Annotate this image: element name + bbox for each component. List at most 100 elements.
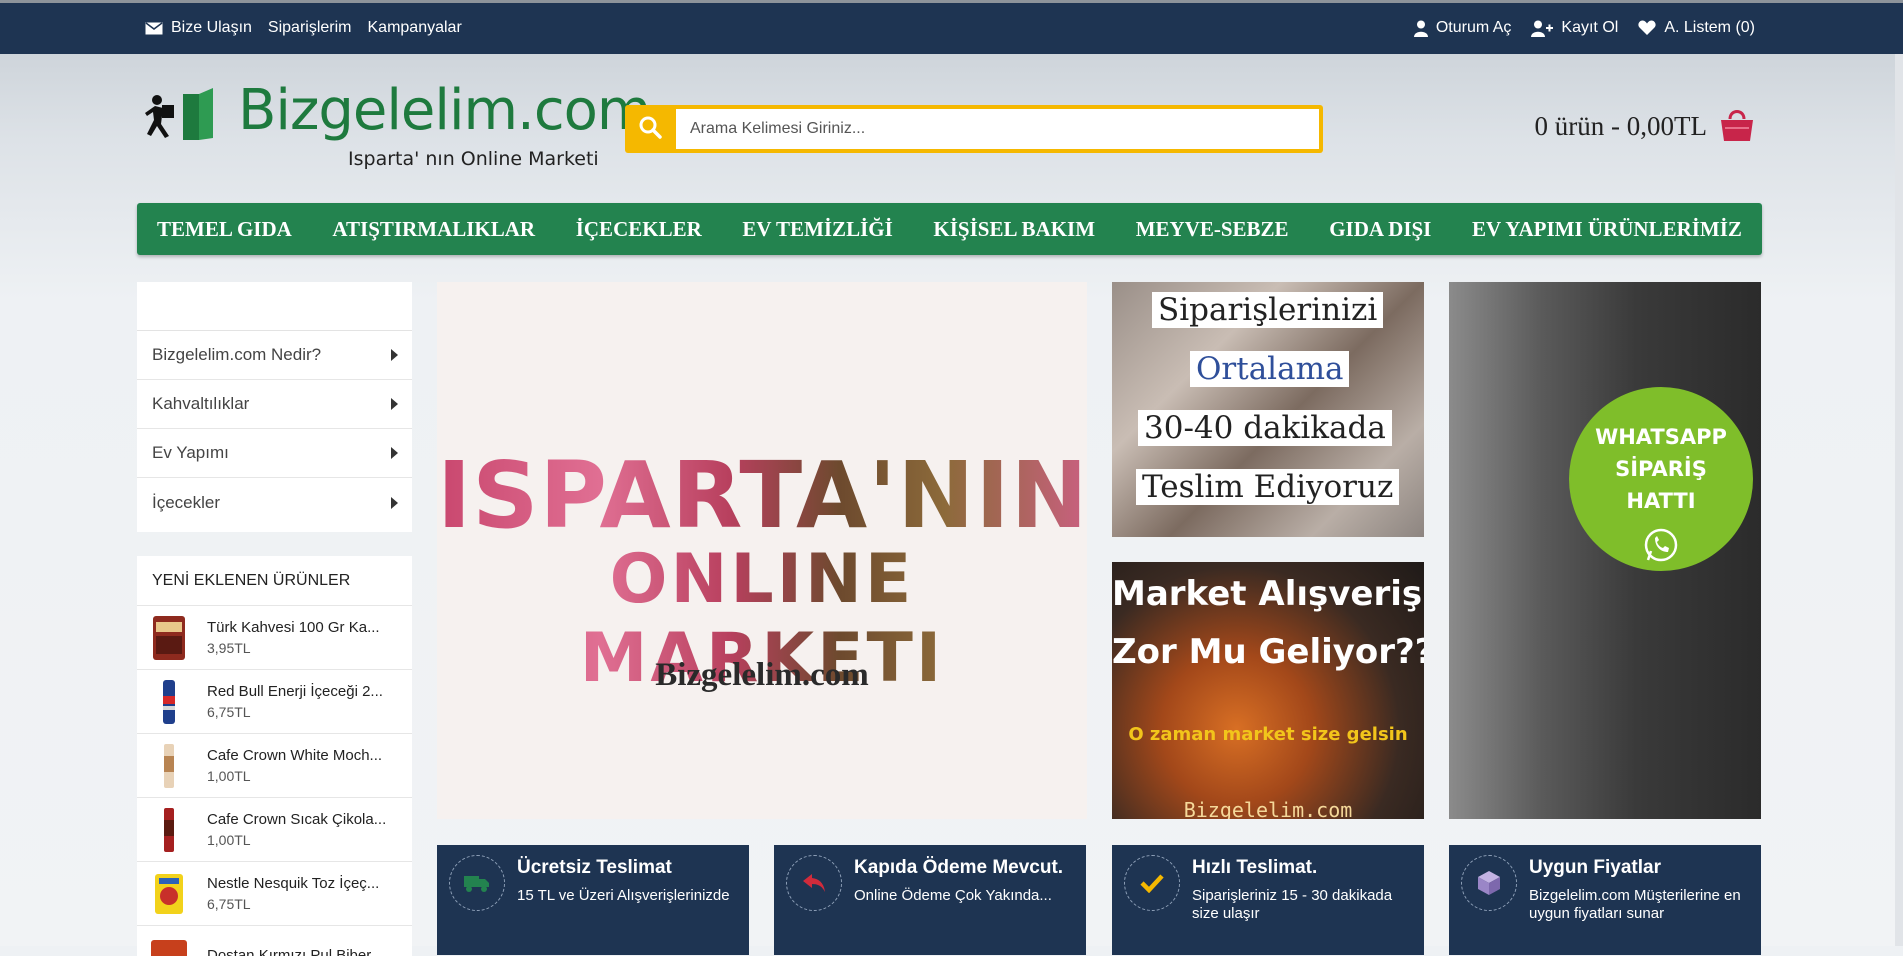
product-name: Türk Kahvesi 100 Gr Ka...	[207, 619, 380, 636]
orders-link-label: Siparişlerim	[268, 19, 352, 37]
product-name: Nestle Nesquik Toz İçeç...	[207, 875, 379, 892]
search-button[interactable]	[625, 105, 675, 153]
product-name: Dostan Kırmızı Pul Biber...	[207, 947, 383, 956]
wishlist-link[interactable]: A. Listem (0)	[1638, 19, 1755, 37]
orders-link[interactable]: Siparişlerim	[268, 19, 352, 37]
hero-title-line1: ISPARTA'NIN	[437, 442, 1087, 549]
feature-free-delivery[interactable]: Ücretsiz Teslimat 15 TL ve Üzeri Alışver…	[437, 845, 749, 955]
product-thumbnail	[149, 742, 189, 790]
product-price: 3,95TL	[207, 640, 380, 656]
product-thumbnail	[149, 870, 189, 918]
new-products-title: YENİ EKLENEN ÜRÜNLER	[137, 556, 412, 606]
product-thumbnail	[149, 614, 189, 662]
shopping-bag-icon	[1719, 107, 1755, 146]
feature-cash-on-delivery[interactable]: Kapıda Ödeme Mevcut. Online Ödeme Çok Ya…	[774, 845, 1086, 955]
feature-title: Hızlı Teslimat.	[1192, 857, 1317, 879]
product-item[interactable]: Cafe Crown White Moch... 1,00TL	[137, 734, 412, 798]
category-item[interactable]: Bizgelelim.com Nedir?	[137, 331, 412, 380]
market-banner-line3: O zaman market size gelsin	[1112, 724, 1424, 745]
feature-fast-delivery[interactable]: Hızlı Teslimat. Siparişleriniz 15 - 30 d…	[1112, 845, 1424, 955]
nav-item-ev-temizligi[interactable]: EV TEMİZLİĞİ	[742, 217, 892, 242]
mail-icon	[145, 22, 163, 35]
cube-icon	[1461, 855, 1517, 911]
user-icon	[1414, 20, 1428, 37]
whatsapp-phone-icon	[1643, 527, 1679, 568]
feature-desc: Siparişleriniz 15 - 30 dakikada size ula…	[1192, 887, 1417, 923]
market-banner-line1: Market Alışverişi	[1112, 574, 1424, 614]
login-link-label: Oturum Aç	[1436, 19, 1512, 37]
caret-right-icon	[391, 447, 398, 459]
wishlist-link-label: A. Listem (0)	[1664, 19, 1755, 37]
truck-icon	[449, 855, 505, 911]
campaigns-link[interactable]: Kampanyalar	[368, 19, 462, 37]
delivery-banner-line: 30-40 dakikada	[1138, 410, 1392, 446]
product-price: 1,00TL	[207, 832, 386, 848]
product-item[interactable]: Red Bull Enerji İçeceği 2... 6,75TL	[137, 670, 412, 734]
category-item-label: İçecekler	[152, 493, 220, 513]
logo-brand: Bizgelelim.com	[238, 78, 650, 143]
category-item-label: Ev Yapımı	[152, 443, 229, 463]
top-bar-right-links: Oturum Aç Kayıt Ol A. Listem (0)	[1414, 19, 1755, 37]
feature-desc: Online Ödeme Çok Yakında...	[854, 887, 1079, 905]
feature-title: Kapıda Ödeme Mevcut.	[854, 857, 1063, 879]
product-thumbnail	[149, 678, 189, 726]
nav-item-atistirmaliklar[interactable]: ATIŞTIRMALIKLAR	[332, 217, 535, 242]
product-name: Cafe Crown White Moch...	[207, 747, 382, 764]
search-input[interactable]	[676, 109, 1319, 149]
whatsapp-line: WHATSAPP	[1569, 425, 1753, 449]
contact-link[interactable]: Bize Ulaşın	[145, 19, 252, 37]
hero-banner[interactable]: ISPARTA'NIN ONLINE MARKETI Bizgelelim.co…	[437, 282, 1087, 819]
category-item[interactable]: Kahvaltılıklar	[137, 380, 412, 429]
product-item[interactable]: Nestle Nesquik Toz İçeç...6,75TL	[137, 862, 412, 926]
cart-label: 0 ürün - 0,00TL	[1535, 111, 1707, 142]
whatsapp-order-banner[interactable]: WHATSAPP SİPARİŞ HATTI	[1449, 282, 1761, 819]
search-icon	[638, 115, 662, 144]
product-price: 6,75TL	[207, 704, 383, 720]
market-promo-banner[interactable]: Market Alışverişi Zor Mu Geliyor?? O zam…	[1112, 562, 1424, 819]
product-name: Red Bull Enerji İçeceği 2...	[207, 683, 383, 700]
nav-item-ev-yapimi-urunlerimiz[interactable]: EV YAPIMI ÜRÜNLERİMİZ	[1472, 217, 1742, 242]
search-bar	[625, 105, 1323, 153]
scrollbar[interactable]	[1895, 54, 1903, 946]
feature-desc: 15 TL ve Üzeri Alışverişlerinizde	[517, 887, 742, 905]
product-thumbnail	[149, 806, 189, 854]
category-item[interactable]: Ev Yapımı	[137, 429, 412, 478]
product-item[interactable]: Dostan Kırmızı Pul Biber...	[137, 926, 412, 956]
feature-title: Ücretsiz Teslimat	[517, 857, 672, 879]
product-item[interactable]: Cafe Crown Sıcak Çikola...1,00TL	[137, 798, 412, 862]
nav-item-temel-gida[interactable]: TEMEL GIDA	[157, 217, 292, 242]
category-item-label: Kahvaltılıklar	[152, 394, 249, 414]
user-plus-icon	[1531, 20, 1553, 37]
campaigns-link-label: Kampanyalar	[368, 19, 462, 37]
feature-affordable-prices[interactable]: Uygun Fiyatlar Bizgelelim.com Müşteriler…	[1449, 845, 1761, 955]
nav-item-meyve-sebze[interactable]: MEYVE-SEBZE	[1136, 217, 1289, 242]
caret-right-icon	[391, 398, 398, 410]
category-item[interactable]: İçecekler	[137, 478, 412, 527]
category-sidebar: Bizgelelim.com Nedir? Kahvaltılıklar Ev …	[137, 282, 412, 532]
heart-icon	[1638, 20, 1656, 36]
caret-right-icon	[391, 497, 398, 509]
top-bar-left-links: Bize Ulaşın Siparişlerim Kampanyalar	[145, 19, 462, 37]
category-sidebar-header	[137, 282, 412, 331]
caret-right-icon	[391, 349, 398, 361]
delivery-time-banner[interactable]: Siparişlerinizi Ortalama 30-40 dakikada …	[1112, 282, 1424, 537]
site-logo[interactable]: Bizgelelim.com Isparta' nın Online Marke…	[145, 86, 605, 178]
reply-arrow-icon	[786, 855, 842, 911]
cart-summary[interactable]: 0 ürün - 0,00TL	[1535, 107, 1755, 146]
market-banner-line4: Bizgelelim.com	[1112, 798, 1424, 819]
register-link[interactable]: Kayıt Ol	[1531, 19, 1618, 37]
top-bar: Bize Ulaşın Siparişlerim Kampanyalar Otu…	[0, 0, 1903, 54]
nav-item-kisisel-bakim[interactable]: KİŞİSEL BAKIM	[933, 217, 1095, 242]
product-price: 1,00TL	[207, 768, 382, 784]
product-item[interactable]: Türk Kahvesi 100 Gr Ka... 3,95TL	[137, 606, 412, 670]
new-products-panel: YENİ EKLENEN ÜRÜNLER Türk Kahvesi 100 Gr…	[137, 556, 412, 956]
delivery-banner-line: Teslim Ediyoruz	[1136, 469, 1399, 505]
register-link-label: Kayıt Ol	[1561, 19, 1618, 37]
feature-desc: Bizgelelim.com Müşterilerine en uygun fi…	[1529, 887, 1754, 923]
whatsapp-line: SİPARİŞ	[1569, 457, 1753, 481]
nav-item-icecekler[interactable]: İÇECEKLER	[576, 217, 702, 242]
delivery-banner-line: Ortalama	[1190, 351, 1349, 387]
nav-item-gida-disi[interactable]: GIDA DIŞI	[1329, 217, 1431, 242]
market-banner-line2: Zor Mu Geliyor??	[1112, 632, 1424, 672]
login-link[interactable]: Oturum Aç	[1414, 19, 1512, 37]
